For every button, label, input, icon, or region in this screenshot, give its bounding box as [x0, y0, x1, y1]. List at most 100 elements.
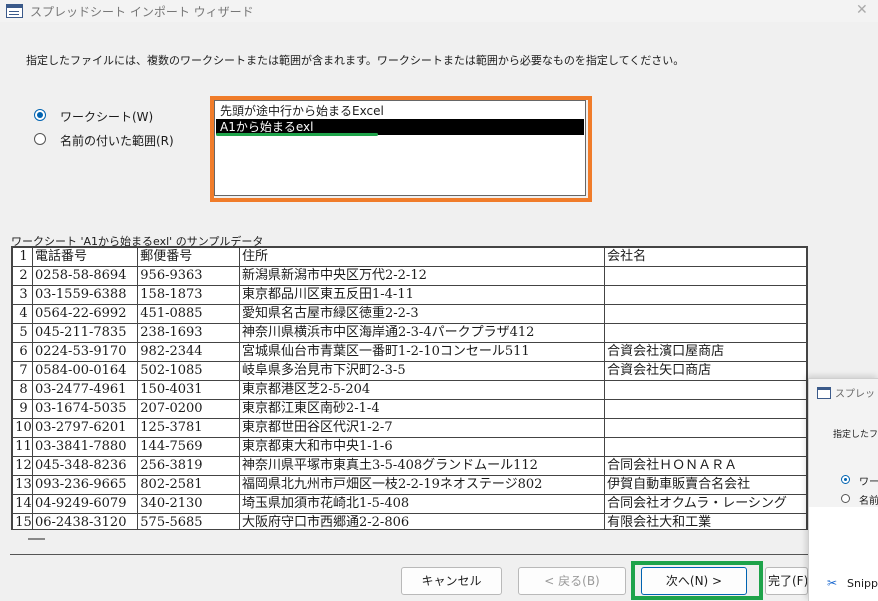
sheet-list-item[interactable]: 先頭が途中行から始まるExcel [216, 103, 584, 119]
address-cell: 東京都東大和市中央1-1-6 [238, 437, 606, 457]
worksheet-radio[interactable] [34, 109, 46, 121]
next-button[interactable]: 次へ(N) > [641, 567, 747, 595]
separator-line [10, 554, 808, 555]
company-cell: 合同会社オクムラ・レーシング [604, 494, 807, 514]
address-cell: 東京都世田谷区代沢1-2-7 [238, 418, 606, 438]
table-row: 2 0258-58-8694 956-9363 新潟県新潟市中央区万代2-2-12 [12, 266, 807, 286]
phone-cell: 0564-22-6992 [31, 304, 139, 324]
table-row: 9 03-1674-5035 207-0200 東京都江東区南砂2-1-4 [12, 399, 807, 419]
annotation-underline [216, 133, 378, 136]
address-cell: 大阪府守口市西郷通2-2-806 [238, 513, 606, 529]
sheet-listbox[interactable]: 先頭が途中行から始まるExcel A1から始まるexl [214, 100, 586, 196]
overlapping-wizard-window[interactable]: スプレッドシート インポート ウィザード 指定したファイルには ワークシート 名… [808, 378, 878, 601]
postal-code-cell: 956-9363 [137, 266, 240, 286]
worksheet-radio-label[interactable]: ワークシート(W) [60, 108, 153, 125]
table-row: 13 093-236-9665 802-2581 福岡県北九州市戸畑区一枝2-2-19… [12, 475, 807, 495]
horizontal-scroll-thumb[interactable] [28, 538, 45, 540]
table-row: 7 0584-00-0164 502-1085 岐阜県多治見市下沢町2-3-5 合資会社… [12, 361, 807, 381]
back-button[interactable]: < 戻る(B) [518, 567, 626, 595]
address-cell: 宮城県仙台市青葉区一番町1-2-10コンセール511 [238, 342, 606, 362]
row-number: 11 [12, 437, 33, 457]
table-row: 15 06-2438-3120 575-5685 大阪府守口市西郷通2-2-806 有限… [12, 513, 807, 529]
company-cell: 合資会社濱口屋商店 [604, 342, 807, 362]
company-cell: 合資会社矢口商店 [604, 361, 807, 381]
postal-code-cell: 502-1085 [137, 361, 240, 381]
company-cell [604, 418, 807, 438]
table-row: 4 0564-22-6992 451-0885 愛知県名古屋市緑区徳重2-2-3 [12, 304, 807, 324]
wizard-app-icon [6, 4, 23, 18]
phone-cell: 03-3841-7880 [31, 437, 139, 457]
overlay-worksheet-radio-label[interactable]: ワークシート [859, 473, 878, 488]
phone-cell: 093-236-9665 [31, 475, 139, 495]
overlay-worksheet-radio[interactable] [841, 475, 850, 484]
table-row: 1 電話番号 郵便番号 住所 会社名 [12, 247, 807, 267]
company-cell [604, 304, 807, 324]
row-number: 10 [12, 418, 33, 438]
table-row: 3 03-1559-6388 158-1873 東京都品川区東五反田1-4-11 [12, 285, 807, 305]
row-number: 13 [12, 475, 33, 495]
postal-code-cell: 802-2581 [137, 475, 240, 495]
phone-cell: 06-2438-3120 [31, 513, 139, 529]
company-cell: 会社名 [604, 247, 807, 267]
named-range-radio-label[interactable]: 名前の付いた範囲(R) [60, 132, 174, 149]
address-cell: 東京都江東区南砂2-1-4 [238, 399, 606, 419]
row-number: 14 [12, 494, 33, 514]
phone-cell: 03-1674-5035 [31, 399, 139, 419]
overlay-named-range-radio[interactable] [841, 494, 850, 503]
row-number: 7 [12, 361, 33, 381]
close-icon[interactable]: ✕ [856, 2, 868, 18]
phone-cell: 電話番号 [31, 247, 139, 267]
snipping-tool-label[interactable]: Snipping Tool [847, 577, 878, 590]
company-cell: 伊賀自動車販賣合名会社 [604, 475, 807, 495]
company-cell [604, 437, 807, 457]
company-cell [604, 266, 807, 286]
row-number: 15 [12, 513, 33, 529]
cancel-button[interactable]: キャンセル [401, 567, 502, 595]
postal-code-cell: 125-3781 [137, 418, 240, 438]
title-bar: スプレッドシート インポート ウィザード ✕ [0, 0, 878, 22]
sample-data-grid[interactable]: 1 電話番号 郵便番号 住所 会社名 2 0258-58-8694 956-9363 新潟県新潟… [11, 246, 808, 530]
table-row: 14 04-9249-6079 340-2130 埼玉県加須市花崎北1-5-408 合同… [12, 494, 807, 514]
named-range-radio[interactable] [34, 133, 46, 145]
row-number: 1 [12, 247, 33, 267]
postal-code-cell: 郵便番号 [137, 247, 240, 267]
company-cell: 合同会社ＨＯＮＡＲＡ [604, 456, 807, 476]
company-cell [604, 323, 807, 343]
postal-code-cell: 340-2130 [137, 494, 240, 514]
postal-code-cell: 451-0885 [137, 304, 240, 324]
company-cell [604, 399, 807, 419]
table-row: 8 03-2477-4961 150-4031 東京都港区芝2-5-204 [12, 380, 807, 400]
address-cell: 東京都品川区東五反田1-4-11 [238, 285, 606, 305]
address-cell: 岐阜県多治見市下沢町2-3-5 [238, 361, 606, 381]
table-row: 6 0224-53-9170 982-2344 宮城県仙台市青葉区一番町1-2-10コ… [12, 342, 807, 362]
table-row: 12 045-348-8236 256-3819 神奈川県平塚市東真土3-5-408グ… [12, 456, 807, 476]
phone-cell: 04-9249-6079 [31, 494, 139, 514]
sample-data-table: 1 電話番号 郵便番号 住所 会社名 2 0258-58-8694 956-9363 新潟県新潟… [12, 247, 807, 529]
postal-code-cell: 256-3819 [137, 456, 240, 476]
table-row: 10 03-2797-6201 125-3781 東京都世田谷区代沢1-2-7 [12, 418, 807, 438]
company-cell [604, 380, 807, 400]
address-cell: 埼玉県加須市花崎北1-5-408 [238, 494, 606, 514]
address-cell: 住所 [238, 247, 606, 267]
phone-cell: 0258-58-8694 [31, 266, 139, 286]
instructions-text: 指定したファイルには、複数のワークシートまたは範囲が含まれます。ワークシートまた… [26, 54, 685, 67]
postal-code-cell: 150-4031 [137, 380, 240, 400]
company-cell [604, 285, 807, 305]
address-cell: 新潟県新潟市中央区万代2-2-12 [238, 266, 606, 286]
phone-cell: 03-2797-6201 [31, 418, 139, 438]
row-number: 3 [12, 285, 33, 305]
overlay-instructions-text: 指定したファイルには [833, 430, 878, 440]
window-title: スプレッドシート インポート ウィザード [30, 5, 254, 19]
postal-code-cell: 982-2344 [137, 342, 240, 362]
snipping-tool-icon[interactable]: ✂ [827, 576, 837, 590]
phone-cell: 0224-53-9170 [31, 342, 139, 362]
finish-button[interactable]: 完了(F) [765, 567, 808, 595]
row-number: 9 [12, 399, 33, 419]
table-row: 5 045-211-7835 238-1693 神奈川県横浜市中区海岸通2-3-4パー… [12, 323, 807, 343]
company-cell: 有限会社大和工業 [604, 513, 807, 529]
address-cell: 神奈川県横浜市中区海岸通2-3-4パークプラザ412 [238, 323, 606, 343]
wizard-app-icon [817, 387, 831, 399]
phone-cell: 03-1559-6388 [31, 285, 139, 305]
overlay-named-range-radio-label[interactable]: 名前の付いた範囲 [859, 492, 878, 507]
row-number: 8 [12, 380, 33, 400]
